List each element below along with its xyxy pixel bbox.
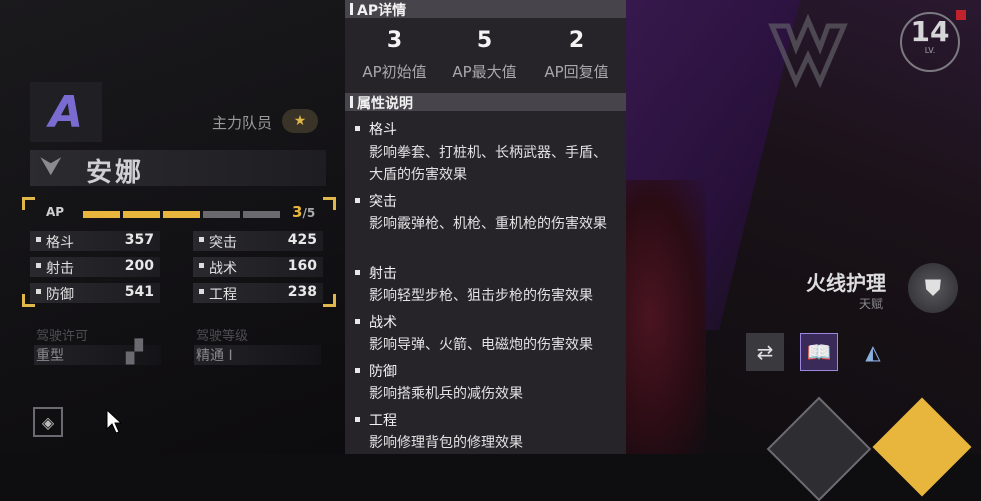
attr-title: 突击: [369, 194, 397, 210]
ap-max-label: AP最大值: [452, 63, 517, 81]
attr-desc: 影响霰弹枪、机枪、重机枪的伤害效果: [369, 216, 607, 232]
ap-initial-value: 3: [386, 28, 403, 53]
ap-label: AP: [46, 205, 65, 219]
ap-recover-label: AP回复值: [544, 63, 609, 81]
drive-level-label: 驾驶等级: [196, 329, 249, 344]
attr-title: 格斗: [369, 122, 397, 138]
attr-title: 防御: [369, 364, 397, 380]
attr-desc: 影响轻型步枪、狙击步枪的伤害效果: [369, 288, 593, 304]
team-logo-icon: [768, 13, 848, 89]
attr-header: 属性说明: [345, 93, 626, 112]
ap-max-value: 5: [476, 28, 493, 53]
stat-row: 射击 200: [30, 257, 160, 277]
ap-detail-header: AP详情: [345, 0, 626, 19]
license-label: 驾驶许可: [36, 329, 89, 344]
shield-skill-icon[interactable]: ⛊: [908, 263, 958, 313]
heavy-mech-icon: ▞: [126, 340, 143, 365]
skill-name: 火线护理: [806, 271, 886, 295]
attr-desc: 影响搭乘机兵的减伤效果: [369, 386, 523, 402]
mouse-cursor-icon: [106, 409, 122, 434]
role-label: 主力队员: [212, 114, 273, 132]
attr-title: 射击: [369, 266, 397, 282]
ap-segment: [243, 211, 280, 218]
stat-row: 格斗 357: [30, 231, 160, 251]
attr-title: 战术: [369, 315, 397, 331]
stat-row: 战术 160: [193, 257, 323, 277]
star-icon: ★: [282, 109, 318, 133]
character-art: [626, 180, 706, 454]
name-bar: [30, 150, 326, 186]
stat-row: 工程 238: [193, 283, 323, 303]
book-icon[interactable]: 📖: [800, 333, 838, 371]
player-level-badge[interactable]: 14 LV.: [900, 12, 960, 72]
ap-initial-label: AP初始值: [362, 63, 427, 81]
ap-recover-value: 2: [568, 28, 585, 53]
skill-tag: 天赋: [859, 297, 884, 311]
attr-desc: 影响拳套、打桩机、长柄武器、手盾、大盾的伤害效果: [369, 145, 607, 183]
ap-segment: [83, 211, 120, 218]
ap-segment: [123, 211, 160, 218]
triangle-emblem-icon[interactable]: ◭: [854, 333, 892, 371]
chevron-rank-icon: ⮟: [40, 152, 63, 182]
drive-level-value: 精通 I: [194, 345, 321, 365]
rank-badge: A: [30, 82, 102, 142]
layers-icon[interactable]: ◈: [33, 407, 63, 437]
ap-segment: [203, 211, 240, 218]
swap-icon[interactable]: ⇄: [746, 333, 784, 371]
attr-desc: 影响导弹、火箭、电磁炮的伤害效果: [369, 337, 593, 353]
ap-value: 3/5: [292, 203, 316, 221]
character-name: 安娜: [86, 158, 145, 188]
stat-row: 防御 541: [30, 283, 160, 303]
attr-desc: 影响修理背包的修理效果: [369, 435, 523, 451]
rank-letter: A: [48, 86, 84, 138]
notification-badge: [956, 10, 966, 20]
ap-segment: [163, 211, 200, 218]
stat-row: 突击 425: [193, 231, 323, 251]
attr-title: 工程: [369, 413, 397, 429]
